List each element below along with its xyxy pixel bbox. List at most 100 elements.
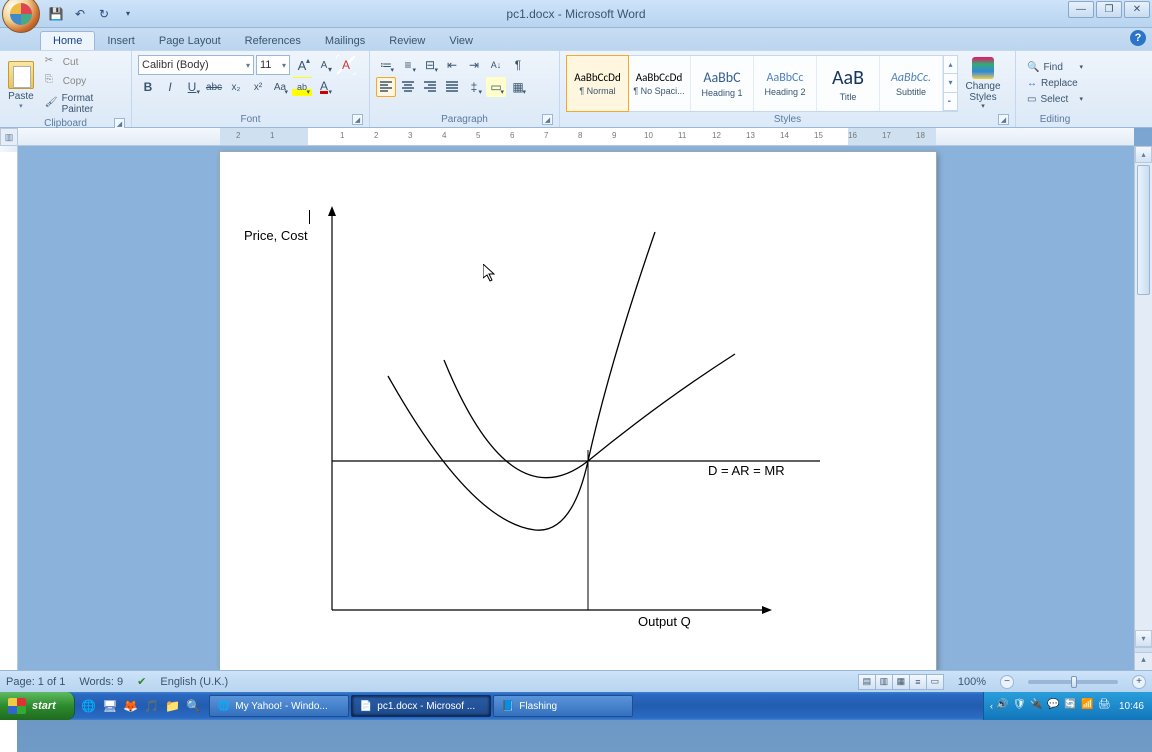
scrollbar-vertical[interactable]: ▴ ▾ ▴ ○ ▾ (1134, 146, 1152, 692)
style-normal[interactable]: AaBbCcDd¶ Normal (566, 55, 629, 112)
status-language[interactable]: English (U.K.) (160, 676, 228, 688)
zoom-out-button[interactable]: − (1000, 675, 1014, 689)
tab-home[interactable]: Home (40, 31, 95, 50)
tab-review[interactable]: Review (377, 32, 437, 50)
underline-button[interactable]: U▾ (182, 77, 202, 97)
tray-icon-2[interactable]: 🛡 (1013, 699, 1027, 713)
font-name-combo[interactable]: Calibri (Body)▾ (138, 55, 254, 75)
copy-button[interactable]: ⎘Copy (40, 72, 127, 90)
style-no-spacing[interactable]: AaBbCcDd¶ No Spaci... (628, 56, 691, 111)
font-launcher[interactable]: ◢ (352, 114, 363, 125)
justify-button[interactable] (442, 77, 462, 97)
style-scroll-up[interactable]: ▴ (944, 56, 957, 74)
tab-view[interactable]: View (437, 32, 485, 50)
redo-button[interactable]: ↻ (94, 4, 114, 24)
zoom-level[interactable]: 100% (958, 676, 986, 688)
bold-button[interactable]: B (138, 77, 158, 97)
task-flashing[interactable]: 📘Flashing (493, 695, 633, 717)
ql-ie-icon[interactable]: 🌐 (79, 696, 99, 716)
line-spacing-button[interactable]: ‡▾ (464, 77, 484, 97)
find-button[interactable]: 🔍Find▾ (1024, 60, 1086, 75)
zoom-slider[interactable] (1028, 680, 1118, 684)
view-full-screen[interactable]: ▥ (875, 674, 893, 690)
close-button[interactable]: ✕ (1124, 1, 1150, 18)
borders-button[interactable]: ▦▾ (508, 77, 528, 97)
increase-indent-button[interactable]: ⇥ (464, 55, 484, 75)
scroll-track[interactable] (1135, 163, 1152, 630)
show-marks-button[interactable]: ¶ (508, 55, 528, 75)
ql-desktop-icon[interactable]: 🖥 (100, 696, 120, 716)
change-case-button[interactable]: Aa▾ (270, 77, 290, 97)
style-heading-1[interactable]: AaBbCHeading 1 (691, 56, 754, 111)
prev-page-button[interactable]: ▴ (1135, 653, 1152, 666)
tray-icon-3[interactable]: 🔌 (1030, 699, 1044, 713)
bullets-button[interactable]: ≔▾ (376, 55, 396, 75)
minimize-button[interactable]: — (1068, 1, 1094, 18)
ql-app2-icon[interactable]: 🔍 (184, 696, 204, 716)
zoom-in-button[interactable]: + (1132, 675, 1146, 689)
format-painter-button[interactable]: 🖌Format Painter (40, 91, 127, 117)
multilevel-button[interactable]: ⊟▾ (420, 55, 440, 75)
paragraph-launcher[interactable]: ◢ (542, 114, 553, 125)
ruler-vertical[interactable] (0, 146, 18, 692)
ruler-corner[interactable]: ▥ (0, 128, 18, 146)
ql-media-icon[interactable]: 🎵 (142, 696, 162, 716)
clear-format-button[interactable]: A (336, 55, 356, 75)
tray-icon-5[interactable]: 🔄 (1064, 699, 1078, 713)
font-color-button[interactable]: A▾ (314, 77, 334, 97)
strikethrough-button[interactable]: abc (204, 77, 224, 97)
view-draft[interactable]: ▭ (926, 674, 944, 690)
maximize-button[interactable]: ❐ (1096, 1, 1122, 18)
undo-button[interactable]: ↶ (70, 4, 90, 24)
shrink-font-button[interactable]: A▾ (314, 55, 334, 75)
task-my-yahoo[interactable]: 🌐My Yahoo! - Windo... (209, 695, 349, 717)
tray-icon-1[interactable]: 🔊 (996, 699, 1010, 713)
styles-launcher[interactable]: ◢ (998, 114, 1009, 125)
style-heading-2[interactable]: AaBbCcHeading 2 (754, 56, 817, 111)
align-right-button[interactable] (420, 77, 440, 97)
align-center-button[interactable] (398, 77, 418, 97)
zoom-handle[interactable] (1071, 676, 1077, 688)
view-web-layout[interactable]: ▦ (892, 674, 910, 690)
style-scroll-expand[interactable]: ╸ (944, 93, 957, 111)
save-button[interactable]: 💾 (46, 4, 66, 24)
select-button[interactable]: ▭Select▾ (1024, 92, 1086, 107)
tray-clock[interactable]: 10:46 (1119, 701, 1144, 712)
numbering-button[interactable]: ≡▾ (398, 55, 418, 75)
subscript-button[interactable]: x₂ (226, 77, 246, 97)
ql-app1-icon[interactable]: 📁 (163, 696, 183, 716)
grow-font-button[interactable]: A▴ (292, 55, 312, 75)
font-size-combo[interactable]: 11▾ (256, 55, 290, 75)
style-scroll-down[interactable]: ▾ (944, 74, 957, 92)
cut-button[interactable]: ✂Cut (40, 53, 127, 71)
scroll-thumb[interactable] (1137, 165, 1150, 295)
decrease-indent-button[interactable]: ⇤ (442, 55, 462, 75)
style-title[interactable]: AaBTitle (817, 56, 880, 111)
ruler-horizontal[interactable]: 2 1 1 2 3 4 5 6 7 8 9 10 11 12 13 14 15 … (18, 128, 1134, 146)
qat-customize[interactable]: ▾ (118, 4, 138, 24)
tray-icon-6[interactable]: 📶 (1081, 699, 1095, 713)
view-print-layout[interactable]: ▤ (858, 674, 876, 690)
shading-button[interactable]: ▭▾ (486, 77, 506, 97)
view-outline[interactable]: ≡ (909, 674, 927, 690)
sort-button[interactable]: A↓ (486, 55, 506, 75)
align-left-button[interactable] (376, 77, 396, 97)
scroll-up-button[interactable]: ▴ (1135, 146, 1152, 163)
start-button[interactable]: start (0, 692, 75, 720)
page[interactable]: Price, Cost D = AR = MR Output Q (220, 152, 936, 692)
tray-icon-4[interactable]: 💬 (1047, 699, 1061, 713)
help-button[interactable]: ? (1130, 30, 1146, 46)
tab-references[interactable]: References (233, 32, 313, 50)
scroll-down-button[interactable]: ▾ (1135, 630, 1152, 647)
change-styles-button[interactable]: Change Styles▾ (960, 55, 1006, 112)
replace-button[interactable]: ↔Replace (1024, 76, 1086, 91)
italic-button[interactable]: I (160, 77, 180, 97)
status-words[interactable]: Words: 9 (79, 676, 123, 688)
status-proof-icon[interactable]: ✔ (137, 675, 146, 688)
paste-button[interactable]: Paste ▾ (4, 53, 38, 117)
ql-firefox-icon[interactable]: 🦊 (121, 696, 141, 716)
status-page[interactable]: Page: 1 of 1 (6, 676, 65, 688)
tab-insert[interactable]: Insert (95, 32, 147, 50)
tray-icon-7[interactable]: 🖨 (1098, 699, 1112, 713)
superscript-button[interactable]: x² (248, 77, 268, 97)
